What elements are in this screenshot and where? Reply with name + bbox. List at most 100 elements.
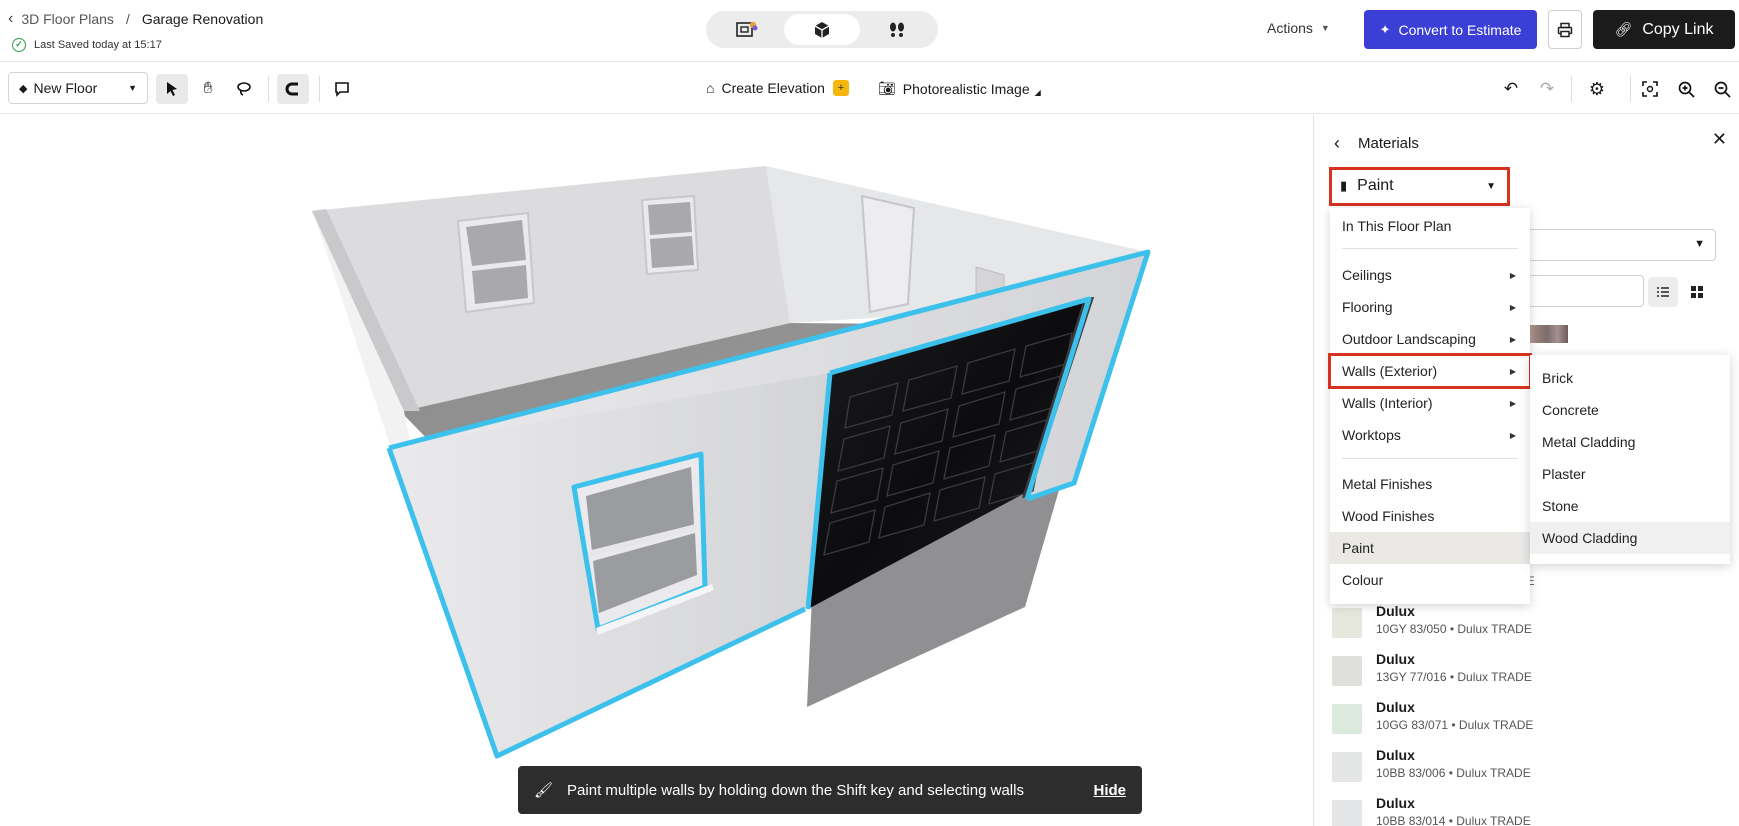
comment-icon [335, 82, 349, 97]
lasso-icon [237, 82, 251, 96]
colour-brand: Dulux [1376, 747, 1415, 763]
list-view-button[interactable] [1648, 277, 1678, 307]
submenu-item-label: Brick [1542, 370, 1574, 386]
editor-toolbar: ◆ New Floor ▼ ✋︎ ⌂ Create Elevation + 📷︎… [0, 62, 1739, 114]
caret-down-icon: ▼ [128, 83, 137, 93]
garage-3d-model[interactable] [0, 115, 1313, 826]
search-input[interactable] [1514, 275, 1644, 307]
floor-label: New Floor [33, 80, 98, 96]
menu-item-ceilings[interactable]: Ceilings ▶ [1330, 259, 1530, 291]
colour-brand: Dulux [1376, 603, 1415, 619]
floor-selector[interactable]: ◆ New Floor ▼ [8, 72, 148, 104]
submenu-item-brick[interactable]: Brick [1530, 362, 1730, 394]
convert-to-estimate-button[interactable]: ✦ Convert to Estimate [1364, 10, 1537, 49]
floorplan-2d-icon [735, 21, 758, 37]
menu-item-wood-finishes[interactable]: Wood Finishes [1330, 500, 1530, 532]
menu-item-label: Worktops [1342, 427, 1401, 443]
toast-hide-link[interactable]: Hide [1093, 782, 1126, 799]
toast-message: Paint multiple walls by holding down the… [567, 781, 1024, 799]
colour-list-item[interactable]: Dulux 10GY 83/050 • Dulux TRADE [1332, 603, 1732, 645]
view-2d-button[interactable] [709, 14, 784, 45]
grid-view-button[interactable] [1682, 277, 1712, 307]
toolbar-divider [1630, 76, 1631, 102]
breadcrumb-parent-link[interactable]: 3D Floor Plans [21, 11, 114, 27]
menu-item-label: Wood Finishes [1342, 508, 1435, 524]
redo-icon: ↷ [1539, 79, 1555, 98]
save-status-text: Last Saved today at 15:17 [34, 39, 162, 51]
close-icon[interactable]: ✕ [1712, 129, 1727, 150]
filter-dropdown[interactable]: ▼ [1514, 229, 1716, 261]
submenu-item-plaster[interactable]: Plaster [1530, 458, 1730, 490]
back-chevron-icon[interactable]: ‹ [1334, 133, 1340, 154]
photorealistic-image-button[interactable]: 📷︎ Photorealistic Image ◢ [878, 80, 1041, 97]
elevation-icon: ⌂ [706, 80, 715, 96]
submenu-item-label: Concrete [1542, 402, 1599, 418]
submenu-item-concrete[interactable]: Concrete [1530, 394, 1730, 426]
colour-list-item[interactable]: Dulux 10BB 83/006 • Dulux TRADE [1332, 747, 1732, 789]
undo-button[interactable]: ↶ [1500, 78, 1522, 100]
paint-brush-icon: 🖌︎ [534, 782, 554, 799]
comment-tool-button[interactable] [326, 74, 358, 104]
menu-item-metal-finishes[interactable]: Metal Finishes [1330, 468, 1530, 500]
zoom-in-button[interactable] [1675, 78, 1697, 100]
convert-label: Convert to Estimate [1398, 21, 1522, 38]
copy-link-button[interactable]: 🔗︎ Copy Link [1593, 10, 1735, 49]
menu-divider [1342, 248, 1518, 249]
menu-item-outdoor-landscaping[interactable]: Outdoor Landscaping ▶ [1330, 323, 1530, 355]
colour-swatch [1332, 656, 1362, 686]
menu-item-worktops[interactable]: Worktops ▶ [1330, 419, 1530, 451]
zoom-out-button[interactable] [1711, 78, 1733, 100]
submenu-item-wood-cladding[interactable]: Wood Cladding [1530, 522, 1730, 554]
colour-brand: Dulux [1376, 795, 1415, 811]
menu-divider [1342, 458, 1518, 459]
menu-item-colour[interactable]: Colour [1330, 564, 1530, 596]
menu-item-paint[interactable]: Paint [1330, 532, 1530, 564]
colour-code: 13GY 77/016 • Dulux TRADE [1376, 670, 1532, 684]
camera-icon: 📷︎ [878, 80, 896, 96]
magnet-icon [285, 82, 298, 96]
check-circle-icon: ✓ [12, 38, 26, 52]
submenu-item-metal-cladding[interactable]: Metal Cladding [1530, 426, 1730, 458]
layers-icon: ◆ [19, 82, 28, 95]
view-mode-switcher [706, 11, 938, 48]
menu-item-walls-interior[interactable]: Walls (Interior) ▶ [1330, 387, 1530, 419]
menu-item-in-this-floor-plan[interactable]: In This Floor Plan [1330, 210, 1530, 242]
submenu-arrow-icon: ▶ [1509, 334, 1516, 344]
pan-tool-button[interactable]: ✋︎ [192, 74, 224, 104]
view-3d-button[interactable] [784, 14, 860, 45]
create-elevation-label: Create Elevation [721, 80, 825, 96]
zoom-out-icon [1714, 81, 1731, 98]
settings-button[interactable]: ⚙︎ [1586, 78, 1608, 100]
colour-swatch [1332, 704, 1362, 734]
zoom-in-icon [1678, 81, 1695, 98]
printer-icon [1557, 22, 1573, 37]
colour-list-item[interactable]: Dulux 13GY 77/016 • Dulux TRADE [1332, 651, 1732, 693]
actions-menu-button[interactable]: Actions ▼ [1267, 20, 1330, 36]
colour-list-item[interactable]: Dulux 10BB 83/014 • Dulux TRADE [1332, 795, 1732, 826]
select-tool-button[interactable] [156, 74, 188, 104]
snap-magnet-button[interactable] [277, 74, 309, 104]
cube-3d-icon [814, 21, 830, 38]
3d-viewport[interactable] [0, 115, 1313, 826]
cursor-arrow-icon [167, 82, 177, 96]
menu-item-flooring[interactable]: Flooring ▶ [1330, 291, 1530, 323]
print-button[interactable] [1548, 10, 1582, 49]
breadcrumb: ‹ 3D Floor Plans / Garage Renovation [8, 10, 263, 28]
submenu-item-stone[interactable]: Stone [1530, 490, 1730, 522]
view-walkthrough-button[interactable] [860, 14, 935, 45]
colour-list-item[interactable]: Dulux 10GG 83/071 • Dulux TRADE [1332, 699, 1732, 741]
hand-icon: ✋︎ [203, 80, 213, 97]
panel-title: Materials [1358, 135, 1419, 152]
toolbar-divider [268, 76, 269, 102]
create-elevation-button[interactable]: ⌂ Create Elevation + [706, 80, 849, 96]
lasso-tool-button[interactable] [228, 74, 260, 104]
submenu-item-label: Plaster [1542, 466, 1586, 482]
toolbar-divider [319, 76, 320, 102]
fit-view-button[interactable] [1639, 78, 1661, 100]
redo-button[interactable]: ↷ [1536, 78, 1558, 100]
submenu-arrow-icon: ▶ [1509, 302, 1516, 312]
colour-brand: Dulux [1376, 651, 1415, 667]
toolbar-divider [1571, 76, 1572, 102]
plus-badge-icon: + [832, 80, 849, 96]
back-chevron-icon[interactable]: ‹ [8, 10, 13, 28]
